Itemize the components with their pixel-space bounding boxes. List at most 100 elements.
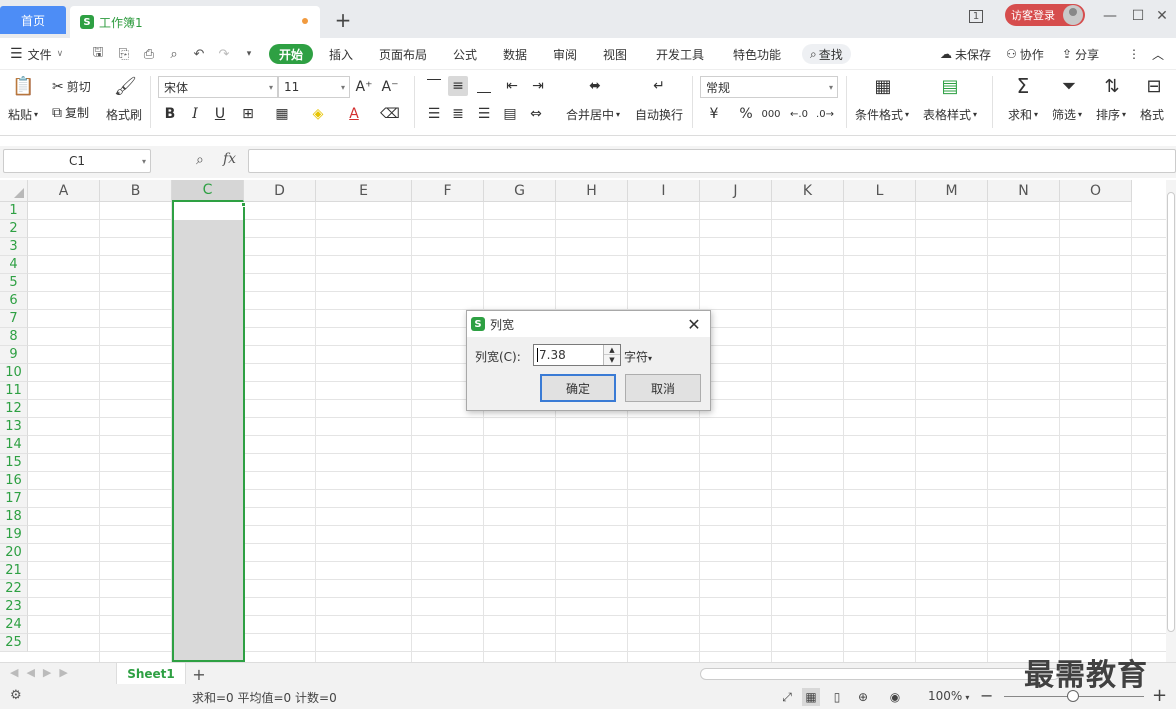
row-header-5[interactable]: 5 [0, 274, 28, 292]
row-header-23[interactable]: 23 [0, 598, 28, 616]
column-header-a[interactable]: A [28, 180, 100, 202]
outdent-icon[interactable]: ⇤ [502, 76, 522, 96]
save-icon[interactable]: 🖫 [90, 45, 106, 62]
font-shrink-icon[interactable]: A⁻ [380, 77, 400, 97]
column-header-i[interactable]: I [628, 180, 700, 202]
print-icon[interactable]: ⎙ [141, 46, 157, 62]
cut-button[interactable]: ✂ 剪切 [52, 78, 91, 95]
fill-color-icon[interactable]: ◈ [308, 104, 328, 124]
sheet-tab-sheet1[interactable]: Sheet1 [116, 663, 186, 685]
page-view-icon[interactable]: ▯ [828, 688, 846, 706]
row-header-14[interactable]: 14 [0, 436, 28, 454]
underline-button[interactable]: U [210, 104, 230, 124]
font-grow-icon[interactable]: A⁺ [354, 77, 374, 97]
conditional-format-icon[interactable]: ▦ [871, 76, 895, 97]
collab-button[interactable]: ⚇ 协作 [1006, 44, 1044, 64]
font-size-select[interactable]: 11 ▾ [278, 76, 350, 98]
merge-center-button[interactable]: 合并居中 ▾ [566, 106, 620, 123]
stepper-down-icon[interactable]: ▼ [604, 355, 620, 365]
stepper-up-icon[interactable]: ▲ [604, 345, 620, 355]
row-header-6[interactable]: 6 [0, 292, 28, 310]
table-style-icon[interactable]: ▤ [938, 76, 962, 97]
collapse-ribbon-icon[interactable]: ︿ [1152, 44, 1164, 64]
zoom-formula-icon[interactable]: ⌕ [196, 152, 204, 168]
clear-format-icon[interactable]: ⌫ [380, 104, 400, 124]
format-painter-icon[interactable]: 🖌 [114, 76, 137, 97]
fill-handle[interactable] [241, 202, 246, 207]
vertical-scrollbar-thumb[interactable] [1167, 192, 1175, 632]
decrease-decimal-icon[interactable]: .0→ [815, 104, 835, 124]
row-header-4[interactable]: 4 [0, 256, 28, 274]
tab-insert[interactable]: 插入 [329, 44, 353, 64]
sort-button[interactable]: 排序 ▾ [1096, 106, 1126, 123]
sum-button[interactable]: 求和 ▾ [1008, 106, 1038, 123]
page-break-icon[interactable]: ⊕ [854, 688, 872, 706]
column-header-f[interactable]: F [412, 180, 484, 202]
tab-developer[interactable]: 开发工具 [656, 44, 704, 64]
column-header-j[interactable]: J [700, 180, 772, 202]
column-header-e[interactable]: E [316, 180, 412, 202]
column-header-k[interactable]: K [772, 180, 844, 202]
row-header-10[interactable]: 10 [0, 364, 28, 382]
row-header-1[interactable]: 1 [0, 202, 28, 220]
column-header-g[interactable]: G [484, 180, 556, 202]
align-center-icon[interactable]: ≣ [448, 104, 468, 124]
format-icon[interactable]: ⊟ [1142, 76, 1166, 97]
row-header-7[interactable]: 7 [0, 310, 28, 328]
new-tab-button[interactable]: + [332, 6, 354, 34]
column-header-d[interactable]: D [244, 180, 316, 202]
row-header-15[interactable]: 15 [0, 454, 28, 472]
share-button[interactable]: ⇪ 分享 [1062, 44, 1099, 64]
column-header-b[interactable]: B [100, 180, 172, 202]
font-name-select[interactable]: 宋体 ▾ [158, 76, 278, 98]
maximize-icon[interactable]: ☐ [1128, 6, 1148, 26]
tab-data[interactable]: 数据 [503, 44, 527, 64]
sheet-nav-icon[interactable]: ◀◀▶▶ [10, 666, 76, 679]
login-button[interactable]: 访客登录 [1005, 4, 1085, 26]
table-style-button[interactable]: 表格样式 ▾ [923, 106, 977, 123]
undo-icon[interactable]: ↶ [191, 46, 207, 62]
row-header-21[interactable]: 21 [0, 562, 28, 580]
tab-formula[interactable]: 公式 [453, 44, 477, 64]
thousands-button[interactable]: 000 [761, 104, 781, 124]
zoom-level[interactable]: 100% ▾ [928, 689, 969, 703]
row-header-17[interactable]: 17 [0, 490, 28, 508]
increase-decimal-icon[interactable]: ←.0 [789, 104, 809, 124]
row-header-13[interactable]: 13 [0, 418, 28, 436]
tab-special[interactable]: 特色功能 [733, 44, 781, 64]
row-header-16[interactable]: 16 [0, 472, 28, 490]
horizontal-scrollbar[interactable] [700, 668, 1060, 680]
bold-button[interactable]: B [160, 104, 180, 124]
tab-view[interactable]: 视图 [603, 44, 627, 64]
row-header-3[interactable]: 3 [0, 238, 28, 256]
spreadsheet-grid[interactable]: ABCDEFGHIJKLMNO 1 2 3 4 5 6 7 8 9 10 11 12 13 14 15 16 1… [0, 180, 1166, 662]
justify-icon[interactable]: ▤ [500, 104, 520, 124]
file-menu[interactable]: ☰ 文件 ∨ [10, 44, 63, 64]
paste-icon[interactable]: 📋 [12, 76, 34, 97]
format-button[interactable]: 格式 [1140, 106, 1164, 123]
sort-icon[interactable]: ⇅ [1100, 76, 1124, 97]
format-painter-button[interactable]: 格式刷 [106, 106, 142, 123]
font-color-icon[interactable]: A [344, 104, 364, 124]
customize-chevron-icon[interactable]: ▾ [241, 46, 257, 62]
filter-button[interactable]: 筛选 ▾ [1052, 106, 1082, 123]
select-all-corner[interactable] [0, 180, 28, 202]
row-header-2[interactable]: 2 [0, 220, 28, 238]
tab-page-layout[interactable]: 页面布局 [379, 44, 427, 64]
align-left-icon[interactable]: ☰ [424, 104, 444, 124]
wrap-text-icon[interactable]: ↵ [648, 76, 670, 96]
zoom-out-button[interactable]: − [980, 686, 993, 705]
cell-style-icon[interactable]: ▦ [272, 104, 292, 124]
formula-input[interactable] [248, 149, 1176, 173]
search-button[interactable]: ⌕ 查找 [802, 44, 851, 64]
row-header-25[interactable]: 25 [0, 634, 28, 652]
print-preview-icon[interactable]: ⌕ [166, 46, 182, 62]
page-indicator-icon[interactable]: 1 [965, 6, 987, 26]
eye-protect-icon[interactable]: ◉ [886, 688, 904, 706]
unit-select[interactable]: 字符▾ [624, 348, 652, 365]
row-header-9[interactable]: 9 [0, 346, 28, 364]
align-right-icon[interactable]: ☰ [474, 104, 494, 124]
indent-icon[interactable]: ⇥ [528, 76, 548, 96]
row-header-18[interactable]: 18 [0, 508, 28, 526]
redo-icon[interactable]: ↷ [216, 46, 232, 62]
